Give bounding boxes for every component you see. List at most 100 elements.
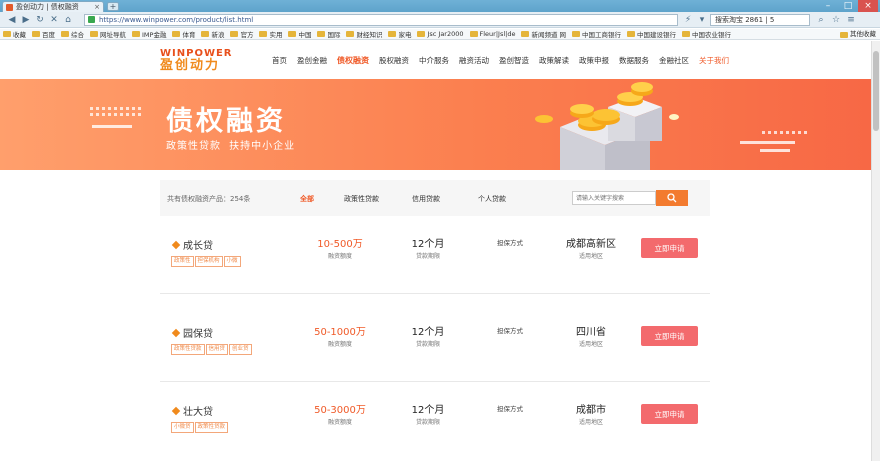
back-icon[interactable]: ◀ (6, 14, 18, 26)
new-tab-button[interactable]: + (107, 2, 119, 11)
region-caption: 适用地区 (578, 341, 603, 348)
bookmark-item[interactable]: 国际 (317, 29, 340, 39)
logo-chinese: 盈创动力 (160, 58, 221, 73)
product-name[interactable]: 壮大贷 (171, 403, 213, 418)
other-bookmarks[interactable]: 其他收藏 (840, 29, 876, 40)
bookmark-item[interactable]: 新闻频道 网 (521, 29, 566, 39)
bookmark-item[interactable]: 网址导航 (90, 29, 126, 39)
folder-icon (388, 31, 397, 37)
nav-item[interactable]: 中介服务 (419, 55, 449, 66)
home-icon[interactable]: ⌂ (62, 14, 74, 26)
product-name[interactable]: 成长贷 (171, 237, 213, 252)
product-search-input[interactable] (572, 191, 656, 205)
amount-caption: 融资额度 (327, 419, 352, 426)
coins-illustration (535, 82, 679, 170)
menu-icon[interactable]: ≡ (845, 14, 857, 26)
nav-item[interactable]: 政策申报 (579, 55, 609, 66)
bookmark-label: IMP金融 (142, 31, 167, 39)
url-input[interactable]: https://www.winpower.com/product/list.ht… (84, 14, 678, 26)
folder-icon (521, 31, 530, 37)
dropdown-arrow-icon[interactable]: ▾ (696, 14, 708, 26)
term-caption: 贷款期限 (415, 341, 440, 348)
product-name-text: 壮大贷 (183, 407, 213, 418)
diamond-icon (171, 240, 181, 249)
nav-item[interactable]: 首页 (272, 55, 287, 66)
address-toolbar: ◀ ▶ ↻ ✕ ⌂ https://www.winpower.com/produ… (0, 12, 880, 28)
nav-item[interactable]: 盈创智造 (499, 55, 529, 66)
term-caption: 贷款期限 (415, 419, 440, 426)
apply-button[interactable]: 立即申请 (641, 238, 698, 258)
maximize-icon[interactable]: □ (838, 0, 858, 12)
apply-button[interactable]: 立即申请 (641, 326, 698, 346)
bookmark-item[interactable]: 家电 (388, 29, 411, 39)
bookmark-label: 体育 (182, 31, 196, 39)
nav-item[interactable]: 融资活动 (459, 55, 489, 66)
browser-search-input[interactable]: 搜索淘宝 2861 | 5 (710, 14, 810, 26)
bookmark-item[interactable]: IMP金融 (132, 29, 166, 39)
product-amount: 10-500万 (317, 239, 363, 250)
bookmark-item[interactable]: 百度 (32, 29, 55, 39)
nav-item[interactable]: 股权融资 (379, 55, 409, 66)
main-nav: 首页 盈创金融 债权融资 股权融资 中介服务 融资活动 盈创智造 政策解读 政策申报 数据服务 金融… (272, 55, 739, 66)
refresh-icon[interactable]: ↻ (34, 14, 46, 26)
bookmark-item[interactable]: 官方 (230, 29, 253, 39)
folder-icon (172, 31, 181, 37)
secure-lock-icon (88, 16, 95, 23)
bookmark-item[interactable]: 中国建设银行 (627, 29, 676, 39)
page-scrollbar[interactable] (871, 41, 880, 461)
forward-icon[interactable]: ▶ (20, 14, 32, 26)
filter-tab-policy[interactable]: 政策性贷款 (344, 194, 379, 204)
filter-tab-personal[interactable]: 个人贷款 (478, 194, 506, 204)
bookmark-item[interactable]: Fleur|Jsl|de (469, 29, 515, 39)
star-icon[interactable]: ☆ (830, 14, 842, 26)
bookmark-item[interactable]: 新浪 (201, 29, 224, 39)
bookmark-item[interactable]: 体育 (172, 29, 195, 39)
folder-icon (840, 31, 848, 38)
bookmark-item[interactable]: Jsc Jar2000 (417, 29, 464, 39)
apply-button[interactable]: 立即申请 (641, 404, 698, 424)
close-window-icon[interactable]: × (858, 0, 878, 12)
product-name[interactable]: 园保贷 (171, 325, 213, 340)
search-icon[interactable]: ⌕ (815, 14, 827, 26)
nav-item[interactable]: 盈创金融 (297, 55, 327, 66)
bookmark-label: 百度 (42, 31, 55, 39)
nav-item[interactable]: 债权融资 (337, 55, 369, 66)
bookmark-item[interactable]: 综合 (61, 29, 84, 39)
nav-item[interactable]: 金融社区 (659, 55, 689, 66)
reader-icon[interactable]: ⚡ (682, 14, 694, 26)
bookmark-item[interactable]: 实用 (259, 29, 282, 39)
close-tab-icon[interactable]: × (94, 3, 100, 11)
bookmark-label: 官方 (240, 31, 254, 39)
bookmark-item[interactable]: 财经知识 (346, 29, 382, 39)
nav-item[interactable]: 关于我们 (699, 55, 729, 66)
bookmark-label: 新浪 (211, 31, 225, 39)
product-search-button[interactable] (656, 190, 688, 206)
stop-icon[interactable]: ✕ (48, 14, 60, 26)
minimize-icon[interactable]: – (818, 0, 838, 12)
product-tag: 创业贷 (229, 344, 252, 355)
amount-caption: 融资额度 (327, 341, 352, 348)
bookmark-item[interactable]: 中国 (288, 29, 311, 39)
site-logo[interactable]: WINPOWER 盈创动力 (160, 48, 244, 73)
product-name-text: 成长贷 (183, 241, 213, 252)
bookmark-label: 国际 (327, 31, 341, 39)
folder-icon (201, 31, 210, 37)
browser-tab[interactable]: 盈创动力 | 债权融资 × (2, 1, 104, 12)
bookmark-item[interactable]: 中国工商银行 (572, 29, 621, 39)
bookmark-item[interactable]: 中国农业银行 (682, 29, 731, 39)
bookmark-label: Jsc Jar2000 (427, 30, 464, 38)
tab-title: 盈创动力 | 债权融资 (16, 3, 79, 11)
product-tag: 政策性贷款 (194, 422, 229, 433)
filter-tab-all[interactable]: 全部 (300, 194, 314, 204)
bookmark-item[interactable]: 收藏 (3, 29, 26, 39)
scrollbar-thumb[interactable] (873, 51, 879, 131)
folder-icon (61, 31, 69, 37)
nav-item[interactable]: 数据服务 (619, 55, 649, 66)
product-tags: 政策性 担保机构 小微 (171, 256, 241, 267)
product-row: 成长贷 政策性 担保机构 小微 10-500万 融资额度 12个月 贷款期限 担保方式 成都高新区… (160, 218, 710, 294)
nav-item[interactable]: 政策解读 (539, 55, 569, 66)
filter-tab-credit[interactable]: 信用贷款 (412, 194, 440, 204)
folder-icon (572, 31, 581, 37)
region-caption: 适用地区 (578, 253, 603, 260)
product-term: 12个月 (411, 239, 445, 250)
